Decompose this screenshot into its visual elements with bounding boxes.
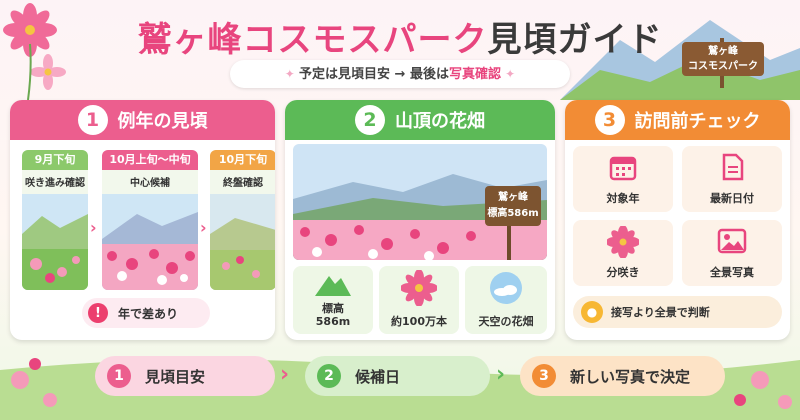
variation-note: ! 年で差あり [82,298,210,328]
panel-title: 例年の見頃 [117,111,208,132]
step-number-badge: 1 [77,105,108,135]
flow-step-3: 3 新しい写真で決定 [520,356,725,396]
chevron-right-icon: › [496,362,506,387]
panel-title: 山頂の花畑 [395,111,485,132]
stat-elevation: 標高 586m [293,266,373,334]
panel-title: 訪問前チェック [634,111,761,132]
field-illustration [102,194,198,290]
title-park-name: 鷲ヶ峰コスモスパーク [137,20,488,60]
step-number: 1 [107,364,131,388]
calendar-icon [609,156,637,181]
page-title: 鷲ヶ峰コスモスパーク見頃ガイド [40,12,760,61]
panel-header: 2 山頂の花畑 [285,100,555,140]
step-number-badge: 2 [355,105,385,135]
step-label: 見頃目安 [145,367,206,386]
flow-step-1: 1 見頃目安 [95,356,275,396]
season-tag: 10月上旬〜中旬 [102,150,198,170]
image-icon [717,228,747,254]
step-number: 2 [317,364,341,388]
season-card-peak: 10月上旬〜中旬 中心候補 [102,150,198,290]
step-number-badge: 3 [594,105,625,135]
season-card-early: 9月下旬 咲き進み確認 [22,150,88,290]
stat-sky-field: 天空の花畑 [465,266,547,334]
panel-header: 1 例年の見頃 [10,100,275,140]
sparkle-icon: ✦ [500,67,516,81]
lightbulb-icon: ● [581,301,603,323]
summit-sign: 鷲ヶ峰 標高586m [487,192,539,219]
season-tag: 10月下旬 [210,150,275,170]
flow-step-2: 2 候補日 [305,356,490,396]
step-label: 新しい写真で決定 [570,367,691,386]
sparkle-icon: ✦ [284,67,300,81]
panel-summit-field: 2 山頂の花畑 鷲ヶ峰 標高586m 標高 586m 約100万本 天空の花畑 [285,100,555,340]
chevron-right-icon: › [90,218,97,237]
check-item-latest-date: 最新日付 [682,146,782,212]
field-illustration [22,194,88,290]
document-icon [722,153,744,181]
title-guide: 見頃ガイド [487,20,663,60]
step-number: 3 [532,364,556,388]
tip-note: ● 接写より全景で判断 [573,296,782,328]
stat-flower-count: 約100万本 [379,266,459,334]
panel-header: 3 訪問前チェック [565,100,790,140]
flower-icon [607,226,639,258]
check-item-wide-photo: 全景写真 [682,220,782,286]
season-caption: 中心候補 [130,178,170,189]
panel-typical-season: 1 例年の見頃 9月下旬 咲き進み確認 › 10月上旬〜中旬 中心候補 › 10… [10,100,275,340]
field-illustration [210,194,275,290]
check-item-bloom-rate: 分咲き [573,220,673,286]
mountain-icon [315,276,351,296]
cosmos-flower-icon [401,270,437,306]
header: 鷲ヶ峰コスモスパーク見頃ガイド ✦ 予定は見頃目安 → 最後は写真確認 ✦ [0,0,800,98]
subtitle: ✦ 予定は見頃目安 → 最後は写真確認 ✦ [230,60,570,88]
season-tag: 9月下旬 [22,150,88,170]
season-caption: 咲き進み確認 [25,178,85,189]
season-caption: 終盤確認 [223,178,263,189]
season-card-late: 10月下旬 終盤確認 [210,150,275,290]
step-label: 候補日 [355,367,401,386]
chevron-right-icon: › [200,218,207,237]
warning-icon: ! [88,303,108,323]
check-item-year: 対象年 [573,146,673,212]
chevron-right-icon: › [280,362,290,387]
panel-pre-visit-check: 3 訪問前チェック 対象年 最新日付 分咲き 全景写真 ● 接写より全景で判断 [565,100,790,340]
sky-icon [490,272,522,304]
